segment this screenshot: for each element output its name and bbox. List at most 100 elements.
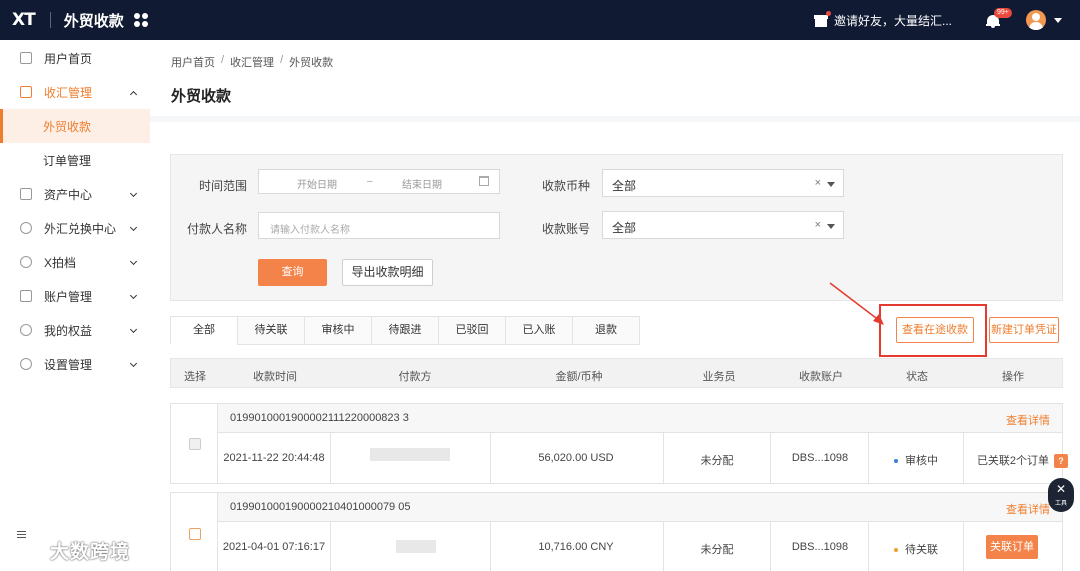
user-menu-chevron-down-icon[interactable] — [1054, 17, 1062, 23]
status-badge: 待关联 — [894, 541, 938, 557]
breadcrumb: 用户首页 / 收汇管理 / 外贸收款 — [171, 54, 339, 70]
clear-icon[interactable]: × — [815, 177, 821, 189]
watermark-text: 大数跨境 — [50, 542, 131, 563]
row-check-column — [171, 493, 218, 571]
sidebar-item-account[interactable]: 账户管理 — [0, 279, 150, 313]
col-divider — [770, 432, 771, 483]
breadcrumb-current: 外贸收款 — [289, 57, 334, 69]
mail-icon — [20, 86, 32, 98]
export-button[interactable]: 导出收款明细 — [342, 259, 433, 286]
card-icon — [20, 290, 32, 302]
watermark-logo — [11, 542, 43, 556]
apps-grid-icon[interactable] — [133, 13, 148, 27]
view-in-transit-button[interactable]: 查看在途收款 — [896, 317, 974, 343]
date-range-picker[interactable]: 开始日期 – 结束日期 — [258, 169, 500, 194]
row-checkbox[interactable] — [189, 528, 201, 540]
payer-name-input[interactable]: 请输入付款人名称 — [258, 212, 500, 239]
header-payer: 付款方 — [398, 371, 432, 383]
tab-credited[interactable]: 已入账 — [505, 316, 573, 345]
tab-rejected[interactable]: 已驳回 — [438, 316, 506, 345]
user-avatar[interactable] — [1026, 10, 1046, 30]
header-time: 收款时间 — [253, 371, 297, 383]
sidebar-item-label: 外汇兑换中心 — [44, 221, 117, 236]
start-date-placeholder[interactable]: 开始日期 — [297, 176, 337, 191]
chevron-down-icon[interactable] — [827, 224, 835, 229]
query-button[interactable]: 查询 — [258, 259, 327, 286]
currency-select-value: 全部 — [612, 179, 637, 193]
clear-icon[interactable]: × — [815, 219, 821, 231]
new-order-voucher-button[interactable]: 新建订单凭证 — [989, 317, 1059, 343]
view-details-link[interactable]: 查看详情 — [1006, 501, 1050, 517]
salesperson: 未分配 — [700, 544, 734, 556]
view-details-link[interactable]: 查看详情 — [1006, 412, 1050, 428]
status-text: 待关联 — [905, 544, 938, 556]
top-bar: XT 外贸收款 邀请好友，大量结汇... 99+ — [0, 0, 1080, 40]
tools-widget[interactable]: ✕ 工具 — [1048, 478, 1074, 512]
receipt-time: 2021-11-22 20:44:48 — [223, 452, 325, 464]
sidebar-item-collection[interactable]: 收汇管理 — [0, 75, 150, 109]
currency-label: 收款币种 — [541, 179, 590, 193]
sidebar-item-x-partner[interactable]: X拍档 — [0, 245, 150, 279]
brand-logo[interactable]: XT — [12, 10, 36, 30]
sidebar-subitem-foreign-trade-collection[interactable]: 外贸收款 — [0, 109, 150, 143]
sidebar: 用户首页 收汇管理 外贸收款 订单管理 资产中心 外汇兑换中心 X拍档 账户管理… — [0, 40, 150, 571]
amount-currency: 56,020.00 USD — [538, 452, 614, 464]
tab-all[interactable]: 全部 — [170, 316, 238, 345]
status-badge: 审核中 — [894, 452, 938, 468]
invite-friends-link[interactable]: 邀请好友，大量结汇... — [834, 12, 952, 29]
sidebar-item-label: 设置管理 — [44, 357, 93, 372]
col-divider — [490, 432, 491, 483]
col-divider — [868, 432, 869, 483]
receiving-account: DBS...1098 — [791, 541, 849, 553]
table-row: 0199010001900002111220000823 3 查看详情 — [170, 403, 1063, 484]
gift-icon[interactable] — [813, 11, 831, 27]
currency-select[interactable]: 全部 × — [602, 169, 844, 197]
breadcrumb-home[interactable]: 用户首页 — [171, 54, 215, 70]
sidebar-item-settings[interactable]: 设置管理 — [0, 347, 150, 381]
status-text: 审核中 — [905, 455, 938, 467]
order-header: 0199010001900002111220000823 3 查看详情 — [218, 404, 1062, 433]
row-check-column — [171, 404, 218, 483]
linked-orders-text[interactable]: 已关联2个订单 — [977, 452, 1049, 468]
tools-label: 工具 — [1054, 501, 1067, 507]
person-icon — [20, 324, 32, 336]
app-title: 外贸收款 — [63, 12, 124, 30]
header-status: 状态 — [906, 371, 928, 383]
sidebar-item-home[interactable]: 用户首页 — [0, 41, 150, 75]
order-header: 019901000190000210401000079 05 查看详情 — [218, 493, 1062, 522]
breadcrumb-collection[interactable]: 收汇管理 — [230, 54, 274, 70]
notification-bell-icon[interactable]: 99+ — [986, 7, 1012, 28]
sidebar-item-label: 我的权益 — [44, 323, 93, 338]
chevron-down-icon — [129, 291, 138, 300]
tab-pending-link[interactable]: 待关联 — [237, 316, 305, 345]
chevron-up-icon — [129, 90, 138, 99]
chevron-down-icon — [129, 325, 138, 334]
sidebar-item-label: 收汇管理 — [44, 85, 93, 100]
row-checkbox-disabled — [189, 438, 201, 450]
end-date-placeholder[interactable]: 结束日期 — [402, 176, 442, 191]
sidebar-subitem-order-management[interactable]: 订单管理 — [0, 143, 150, 177]
sidebar-collapse-icon[interactable] — [17, 531, 26, 538]
help-icon[interactable]: ? — [1054, 454, 1068, 468]
sidebar-item-label: 资产中心 — [44, 187, 93, 202]
sidebar-item-fx-exchange[interactable]: 外汇兑换中心 — [0, 211, 150, 245]
tab-reviewing[interactable]: 审核中 — [304, 316, 372, 345]
tab-follow-up[interactable]: 待跟进 — [371, 316, 439, 345]
link-order-button[interactable]: 关联订单 — [986, 535, 1038, 559]
chevron-down-icon — [129, 257, 138, 266]
header-salesperson: 业务员 — [702, 371, 736, 383]
calendar-icon[interactable] — [479, 176, 489, 186]
date-range-separator: – — [367, 176, 373, 187]
account-select[interactable]: 全部 × — [602, 211, 844, 239]
monitor-icon — [20, 52, 32, 64]
chevron-down-icon[interactable] — [827, 182, 835, 187]
tab-refund[interactable]: 退款 — [572, 316, 640, 345]
sidebar-item-assets[interactable]: 资产中心 — [0, 177, 150, 211]
header-account: 收款账户 — [799, 371, 843, 383]
col-divider — [663, 521, 664, 571]
status-tabs: 全部 待关联 审核中 待跟进 已驳回 已入账 退款 — [170, 316, 640, 345]
sidebar-item-benefits[interactable]: 我的权益 — [0, 313, 150, 347]
receiving-account: DBS...1098 — [791, 452, 849, 464]
sidebar-item-label: 账户管理 — [44, 289, 93, 304]
page-title: 外贸收款 — [171, 88, 232, 105]
